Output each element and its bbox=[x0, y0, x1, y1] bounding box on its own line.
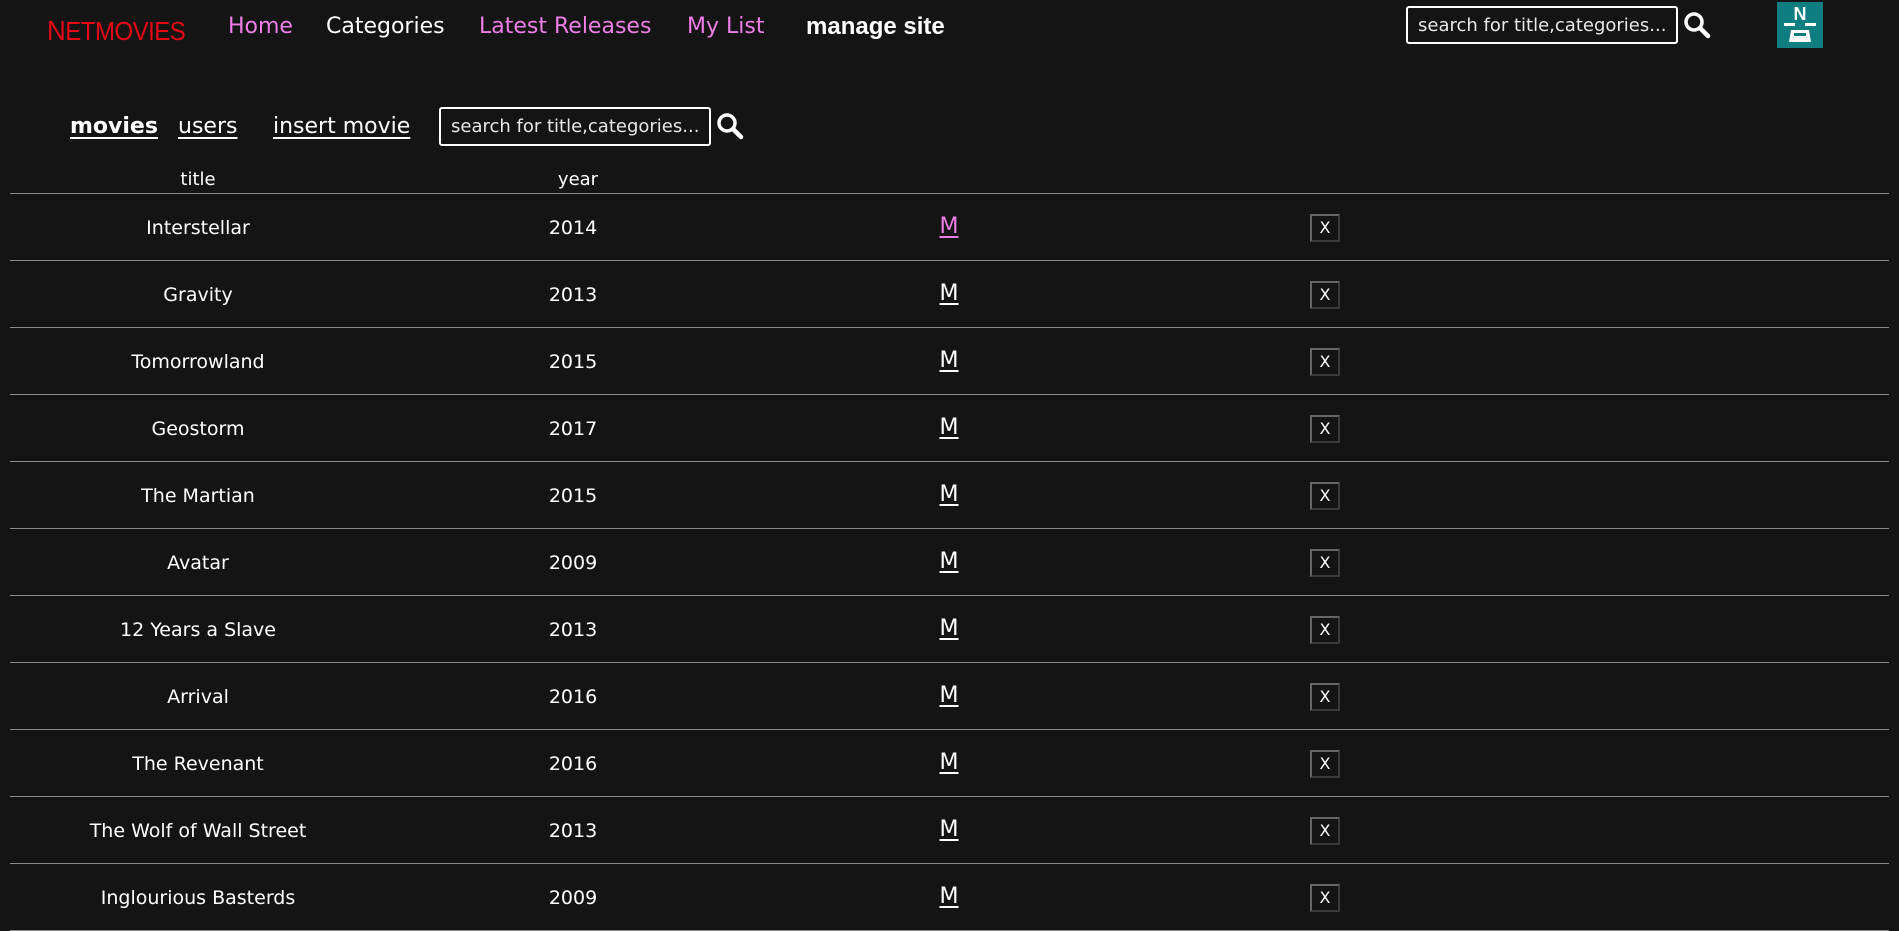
modify-movie-link[interactable]: M bbox=[940, 683, 959, 708]
movie-year: 2013 bbox=[548, 820, 598, 842]
delete-movie-button[interactable]: X bbox=[1310, 683, 1340, 711]
movie-title: The Revenant bbox=[132, 753, 264, 775]
modify-movie-link[interactable]: M bbox=[940, 482, 959, 507]
movie-year: 2016 bbox=[548, 686, 598, 708]
movie-year: 2015 bbox=[548, 485, 598, 507]
delete-movie-button[interactable]: X bbox=[1310, 214, 1340, 242]
movie-year: 2013 bbox=[548, 619, 598, 641]
modify-movie-link[interactable]: M bbox=[940, 348, 959, 373]
movie-title: 12 Years a Slave bbox=[120, 619, 276, 641]
movie-title: Tomorrowland bbox=[131, 351, 265, 373]
top-search-input[interactable] bbox=[1406, 6, 1678, 44]
delete-movie-button[interactable]: X bbox=[1310, 415, 1340, 443]
delete-movie-button[interactable]: X bbox=[1310, 817, 1340, 845]
table-row: Geostorm 2017 M X bbox=[10, 395, 1889, 462]
delete-movie-button[interactable]: X bbox=[1310, 281, 1340, 309]
movie-year: 2009 bbox=[548, 552, 598, 574]
movie-title: Gravity bbox=[163, 284, 233, 306]
table-row: The Wolf of Wall Street 2013 M X bbox=[10, 797, 1889, 864]
admin-search-input[interactable] bbox=[439, 107, 711, 146]
movie-year: 2014 bbox=[548, 217, 598, 239]
tab-users[interactable]: users bbox=[178, 114, 237, 139]
top-search-icon[interactable] bbox=[1683, 11, 1711, 39]
delete-movie-button[interactable]: X bbox=[1310, 549, 1340, 577]
modify-movie-link[interactable]: M bbox=[940, 750, 959, 775]
movie-title: Avatar bbox=[167, 552, 229, 574]
table-row: Arrival 2016 M X bbox=[10, 663, 1889, 730]
movie-year: 2017 bbox=[548, 418, 598, 440]
nav-latest-releases[interactable]: Latest Releases bbox=[479, 14, 651, 39]
movie-year: 2015 bbox=[548, 351, 598, 373]
svg-text:N: N bbox=[1794, 4, 1807, 24]
delete-movie-button[interactable]: X bbox=[1310, 750, 1340, 778]
movie-title: Interstellar bbox=[146, 217, 250, 239]
movie-title: Geostorm bbox=[151, 418, 245, 440]
movies-table: title year Interstellar 2014 M X Gravity 2013… bbox=[10, 166, 1889, 931]
user-avatar[interactable]: N bbox=[1777, 2, 1823, 48]
table-row: Inglourious Basterds 2009 M X bbox=[10, 864, 1889, 931]
table-row: Avatar 2009 M X bbox=[10, 529, 1889, 596]
table-row: Gravity 2013 M X bbox=[10, 261, 1889, 328]
nav-my-list[interactable]: My List bbox=[687, 14, 764, 39]
column-header-year: year bbox=[557, 169, 599, 190]
nav-manage-site[interactable]: manage site bbox=[806, 13, 945, 41]
modify-movie-link[interactable]: M bbox=[940, 817, 959, 842]
column-header-title: title bbox=[180, 169, 216, 190]
movie-year: 2013 bbox=[548, 284, 598, 306]
modify-movie-link[interactable]: M bbox=[940, 214, 959, 239]
modify-movie-link[interactable]: M bbox=[940, 281, 959, 306]
modify-movie-link[interactable]: M bbox=[940, 884, 959, 909]
top-navbar: NETMOVIES Home Categories Latest Release… bbox=[0, 0, 1899, 56]
modify-movie-link[interactable]: M bbox=[940, 415, 959, 440]
delete-movie-button[interactable]: X bbox=[1310, 616, 1340, 644]
table-row: Tomorrowland 2015 M X bbox=[10, 328, 1889, 395]
delete-movie-button[interactable]: X bbox=[1310, 482, 1340, 510]
avatar-logo-icon: N bbox=[1777, 2, 1823, 48]
modify-movie-link[interactable]: M bbox=[940, 549, 959, 574]
nav-home[interactable]: Home bbox=[228, 14, 293, 39]
movie-title: Arrival bbox=[167, 686, 229, 708]
modify-movie-link[interactable]: M bbox=[940, 616, 959, 641]
tab-movies[interactable]: movies bbox=[70, 114, 158, 139]
movie-title: The Wolf of Wall Street bbox=[89, 820, 307, 842]
tab-insert-movie[interactable]: insert movie bbox=[273, 114, 410, 139]
table-row: The Martian 2015 M X bbox=[10, 462, 1889, 529]
movie-title: Inglourious Basterds bbox=[100, 887, 296, 909]
table-row: 12 Years a Slave 2013 M X bbox=[10, 596, 1889, 663]
table-body: Interstellar 2014 M X Gravity 2013 M X Tomorrowl… bbox=[10, 194, 1889, 931]
nav-categories[interactable]: Categories bbox=[326, 14, 445, 39]
movie-title: The Martian bbox=[141, 485, 255, 507]
table-row: Interstellar 2014 M X bbox=[10, 194, 1889, 261]
movie-year: 2016 bbox=[548, 753, 598, 775]
admin-search-icon[interactable] bbox=[716, 112, 744, 140]
netmovies-logo[interactable]: NETMOVIES bbox=[47, 14, 186, 47]
movie-year: 2009 bbox=[548, 887, 598, 909]
delete-movie-button[interactable]: X bbox=[1310, 884, 1340, 912]
table-header: title year bbox=[10, 166, 1889, 194]
delete-movie-button[interactable]: X bbox=[1310, 348, 1340, 376]
table-row: The Revenant 2016 M X bbox=[10, 730, 1889, 797]
